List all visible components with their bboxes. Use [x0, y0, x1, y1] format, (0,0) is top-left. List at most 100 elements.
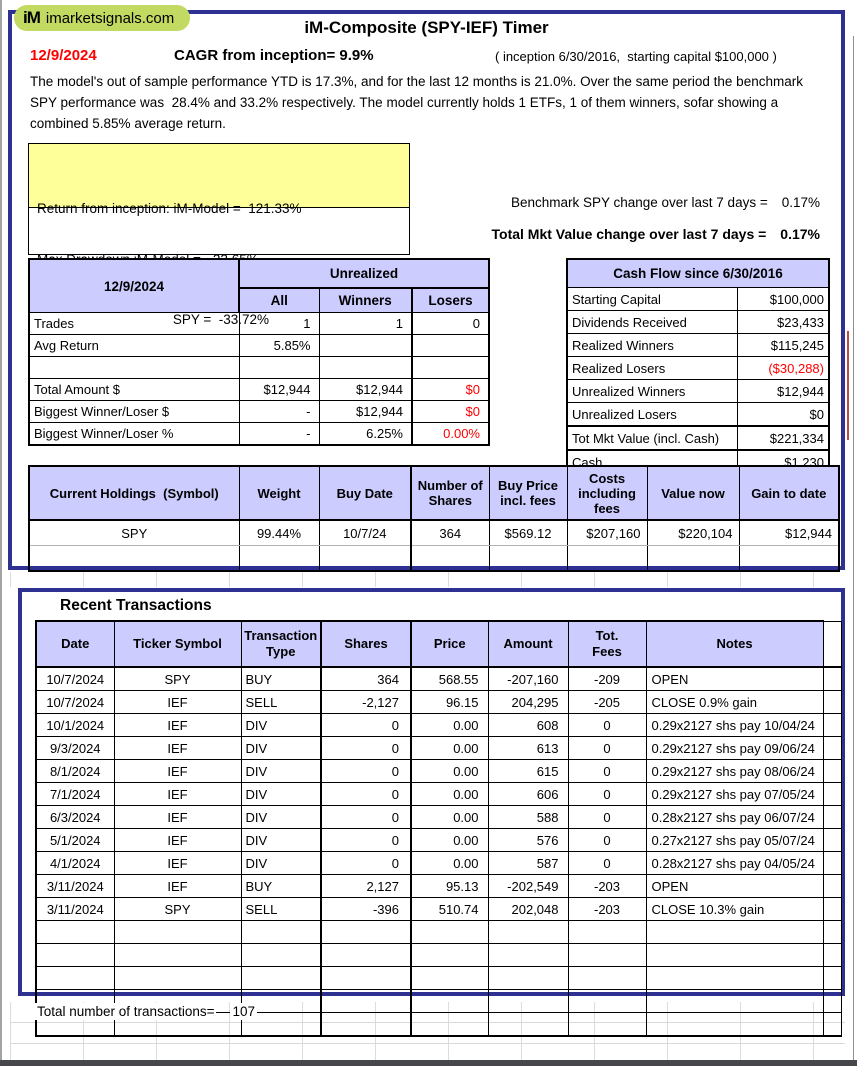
transaction-cell: 0 — [321, 806, 411, 829]
transaction-cell: 10/7/2024 — [36, 667, 114, 691]
transaction-cell: 0.00 — [411, 852, 488, 875]
cashflow-row-label: Unrealized Losers — [567, 403, 737, 427]
transaction-cell: 0.29x2127 shs pay 10/04/24 — [646, 714, 823, 737]
logo-domain: imarketsignals.com — [46, 10, 174, 27]
transaction-row: 9/3/2024IEFDIV00.0061300.29x2127 shs pay… — [36, 737, 841, 760]
transaction-cell: IEF — [114, 852, 241, 875]
holdings-col-header: Buy Price incl. fees — [489, 466, 567, 520]
holdings-cell — [567, 546, 647, 572]
cashflow-row-label: Realized Losers — [567, 357, 737, 380]
empty-cell — [114, 967, 241, 990]
holdings-cell: 99.44% — [239, 520, 319, 546]
empty-cell — [411, 944, 488, 967]
performance-summary: The model's out of sample performance YT… — [30, 71, 828, 134]
transaction-cell: 3/11/2024 — [36, 875, 114, 898]
benchmark-week-change-value: 0.17% — [782, 195, 820, 210]
transaction-cell: 0.00 — [411, 760, 488, 783]
benchmark-week-change: Benchmark SPY change over last 7 days = 0… — [312, 195, 820, 210]
empty-cell — [411, 1013, 488, 1037]
transaction-row: 4/1/2024IEFDIV00.0058700.28x2127 shs pay… — [36, 852, 841, 875]
transaction-cell: 0.00 — [411, 829, 488, 852]
holdings-row: SPY99.44%10/7/24364$569.12$207,160$220,1… — [29, 520, 839, 546]
transaction-spill-cell — [823, 667, 841, 691]
transaction-cell: 0 — [321, 760, 411, 783]
transaction-cell: 204,295 — [488, 691, 568, 714]
holdings-col-header: Number of Shares — [411, 466, 489, 520]
transaction-cell: 0.29x2127 shs pay 08/06/24 — [646, 760, 823, 783]
transactions-table-body: 10/7/2024SPYBUY364568.55-207,160-209OPEN… — [36, 667, 841, 1036]
unrealized-col-header: All — [239, 288, 319, 313]
cashflow-row: Unrealized Winners$12,944 — [567, 380, 829, 403]
transaction-cell: DIV — [241, 806, 321, 829]
transaction-cell: -2,127 — [321, 691, 411, 714]
transaction-cell: 510.74 — [411, 898, 488, 921]
transaction-cell: SELL — [241, 691, 321, 714]
cashflow-row-label: Realized Winners — [567, 334, 737, 357]
transaction-cell: 606 — [488, 783, 568, 806]
holdings-cell — [29, 546, 239, 572]
holdings-table: Current Holdings (Symbol)WeightBuy DateN… — [28, 465, 840, 572]
inception-note: ( inception 6/30/2016, starting capital … — [495, 49, 777, 64]
spreadsheet-page: iM imarketsignals.com iM-Composite (SPY-… — [0, 0, 857, 1066]
logo-pill[interactable]: iM imarketsignals.com — [14, 5, 190, 31]
transaction-spill-cell — [823, 691, 841, 714]
unrealized-table: 12/9/2024 Unrealized AllWinnersLosers Tr… — [28, 258, 490, 446]
unrealized-col-header: Winners — [319, 288, 412, 313]
transaction-cell: 0.28x2127 shs pay 04/05/24 — [646, 852, 823, 875]
transaction-cell: CLOSE 0.9% gain — [646, 691, 823, 714]
unrealized-losers-cell: 0 — [412, 313, 489, 335]
transaction-cell: -396 — [321, 898, 411, 921]
transaction-spill-cell — [823, 875, 841, 898]
cashflow-row: Starting Capital$100,000 — [567, 288, 829, 311]
holdings-cell: $207,160 — [567, 520, 647, 546]
cashflow-table: Cash Flow since 6/30/2016 Starting Capit… — [566, 258, 830, 499]
transaction-cell: -209 — [568, 667, 646, 691]
holdings-cell: 364 — [411, 520, 489, 546]
transaction-cell: 0.00 — [411, 806, 488, 829]
holdings-cell — [647, 546, 739, 572]
unrealized-header-row: 12/9/2024 Unrealized — [29, 259, 489, 288]
transaction-cell: 0 — [568, 760, 646, 783]
transaction-cell: BUY — [241, 667, 321, 691]
unrealized-all-cell: - — [239, 423, 319, 446]
holdings-row — [29, 546, 839, 572]
transaction-row: 3/11/2024SPYSELL-396510.74202,048-203CLO… — [36, 898, 841, 921]
unrealized-row — [29, 357, 489, 379]
unrealized-col-header: Losers — [412, 288, 489, 313]
transaction-cell: 0 — [568, 714, 646, 737]
empty-cell — [568, 921, 646, 944]
unrealized-group-header: Unrealized — [239, 259, 489, 288]
holdings-cell — [411, 546, 489, 572]
transaction-cell: 0 — [321, 852, 411, 875]
empty-cell — [488, 967, 568, 990]
transaction-cell: IEF — [114, 714, 241, 737]
background-gridlines-gap — [10, 572, 845, 587]
transaction-cell: 0 — [321, 829, 411, 852]
empty-cell — [321, 944, 411, 967]
benchmark-week-change-label: Benchmark SPY change over last 7 days = — [511, 195, 768, 210]
cashflow-row-label: Dividends Received — [567, 311, 737, 334]
transaction-cell: 0 — [321, 783, 411, 806]
transaction-cell: 95.13 — [411, 875, 488, 898]
transaction-cell: 7/1/2024 — [36, 783, 114, 806]
transaction-cell: 576 — [488, 829, 568, 852]
transaction-cell: SPY — [114, 667, 241, 691]
empty-cell — [321, 921, 411, 944]
window-right-edge — [853, 36, 854, 1060]
transaction-cell: 0 — [321, 737, 411, 760]
transaction-empty-row — [36, 967, 841, 990]
transaction-cell: 568.55 — [411, 667, 488, 691]
transactions-col-header: Price — [411, 621, 488, 667]
empty-cell — [646, 944, 823, 967]
unrealized-row-label: Biggest Winner/Loser $ — [29, 401, 239, 423]
transactions-col-header: Tot. Fees — [568, 621, 646, 667]
transactions-count: Total number of transactions=107 — [35, 1004, 257, 1019]
empty-cell — [823, 990, 841, 1013]
empty-cell — [411, 990, 488, 1013]
transaction-spill-cell — [823, 852, 841, 875]
cashflow-header-row: Cash Flow since 6/30/2016 — [567, 259, 829, 288]
unrealized-row-label: Avg Return — [29, 335, 239, 357]
cashflow-row-value: $12,944 — [737, 380, 829, 403]
empty-cell — [823, 967, 841, 990]
red-marker-line — [847, 331, 849, 440]
